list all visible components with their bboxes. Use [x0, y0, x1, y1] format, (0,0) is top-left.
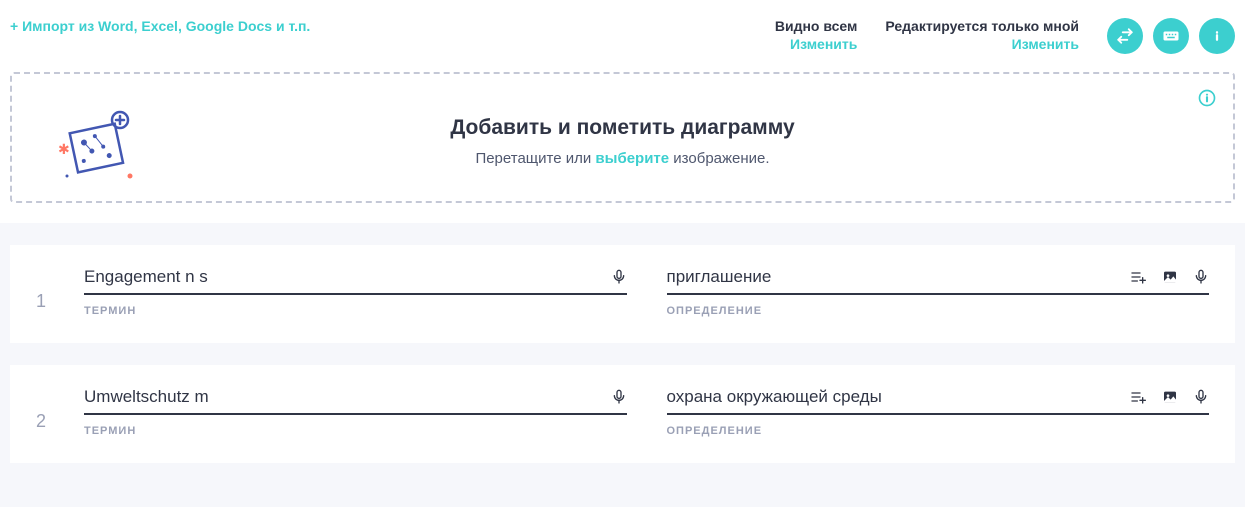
- dropzone-info-button[interactable]: [1197, 88, 1217, 108]
- card-number: 2: [36, 387, 84, 432]
- definition-column: ОПРЕДЕЛЕНИЕ: [667, 387, 1210, 437]
- add-image-button[interactable]: [1161, 389, 1179, 405]
- term-input[interactable]: [84, 387, 611, 407]
- visibility-block-editable: Редактируется только мной Изменить: [885, 18, 1079, 52]
- image-icon: [1161, 389, 1179, 405]
- info-circle-icon: [1197, 88, 1217, 108]
- visible-change-link[interactable]: Изменить: [775, 36, 858, 52]
- card-row: 2 ТЕРМИН: [10, 365, 1235, 463]
- circle-buttons: [1107, 18, 1235, 54]
- import-link[interactable]: + Импорт из Word, Excel, Google Docs и т…: [10, 18, 310, 34]
- right-controls: Видно всем Изменить Редактируется только…: [775, 18, 1235, 54]
- visible-to-label: Видно всем: [775, 18, 858, 34]
- term-mic-button[interactable]: [611, 387, 627, 407]
- visibility-block-visible: Видно всем Изменить: [775, 18, 858, 52]
- term-column: ТЕРМИН: [84, 387, 627, 437]
- term-label: ТЕРМИН: [84, 425, 627, 437]
- add-option-button[interactable]: [1129, 389, 1147, 405]
- mic-icon: [611, 267, 627, 287]
- mic-icon: [1193, 387, 1209, 407]
- term-field-row: [84, 387, 627, 415]
- definition-input[interactable]: [667, 267, 1130, 287]
- term-column: ТЕРМИН: [84, 267, 627, 317]
- dropzone-sub-prefix: Перетащите или: [475, 150, 595, 167]
- add-image-button[interactable]: [1161, 269, 1179, 285]
- definition-field-row: [667, 387, 1210, 415]
- definition-mic-button[interactable]: [1193, 387, 1209, 407]
- keyboard-button[interactable]: [1153, 18, 1189, 54]
- list-plus-icon: [1129, 389, 1147, 405]
- term-label: ТЕРМИН: [84, 305, 627, 317]
- list-plus-icon: [1129, 269, 1147, 285]
- diagram-dropzone[interactable]: ✱ Добавить и пометить диаграмму Перетащи…: [10, 72, 1235, 203]
- definition-label: ОПРЕДЕЛЕНИЕ: [667, 305, 1210, 317]
- dropzone-title: Добавить и пометить диаграмму: [30, 116, 1215, 140]
- svg-text:✱: ✱: [58, 141, 70, 157]
- term-mic-button[interactable]: [611, 267, 627, 287]
- mic-icon: [611, 387, 627, 407]
- definition-column: ОПРЕДЕЛЕНИЕ: [667, 267, 1210, 317]
- editable-change-link[interactable]: Изменить: [885, 36, 1079, 52]
- dropzone-sub-suffix: изображение.: [669, 150, 769, 167]
- term-input[interactable]: [84, 267, 611, 287]
- definition-input[interactable]: [667, 387, 1130, 407]
- info-icon: [1208, 27, 1226, 45]
- keyboard-icon: [1162, 27, 1180, 45]
- top-bar: + Импорт из Word, Excel, Google Docs и т…: [0, 0, 1245, 72]
- cards-list: 1 ТЕРМИН: [0, 223, 1245, 473]
- diagram-illustration: ✱: [52, 106, 142, 186]
- add-option-button[interactable]: [1129, 269, 1147, 285]
- term-field-row: [84, 267, 627, 295]
- info-button[interactable]: [1199, 18, 1235, 54]
- editable-by-label: Редактируется только мной: [885, 18, 1079, 34]
- dropzone-select-link[interactable]: выберите: [595, 150, 669, 167]
- swap-button[interactable]: [1107, 18, 1143, 54]
- definition-label: ОПРЕДЕЛЕНИЕ: [667, 425, 1210, 437]
- swap-icon: [1116, 27, 1134, 45]
- definition-field-row: [667, 267, 1210, 295]
- image-icon: [1161, 269, 1179, 285]
- mic-icon: [1193, 267, 1209, 287]
- definition-mic-button[interactable]: [1193, 267, 1209, 287]
- card-row: 1 ТЕРМИН: [10, 245, 1235, 343]
- dropzone-subtitle: Перетащите или выберите изображение.: [30, 150, 1215, 167]
- card-number: 1: [36, 267, 84, 312]
- dropzone-wrap: ✱ Добавить и пометить диаграмму Перетащи…: [0, 72, 1245, 223]
